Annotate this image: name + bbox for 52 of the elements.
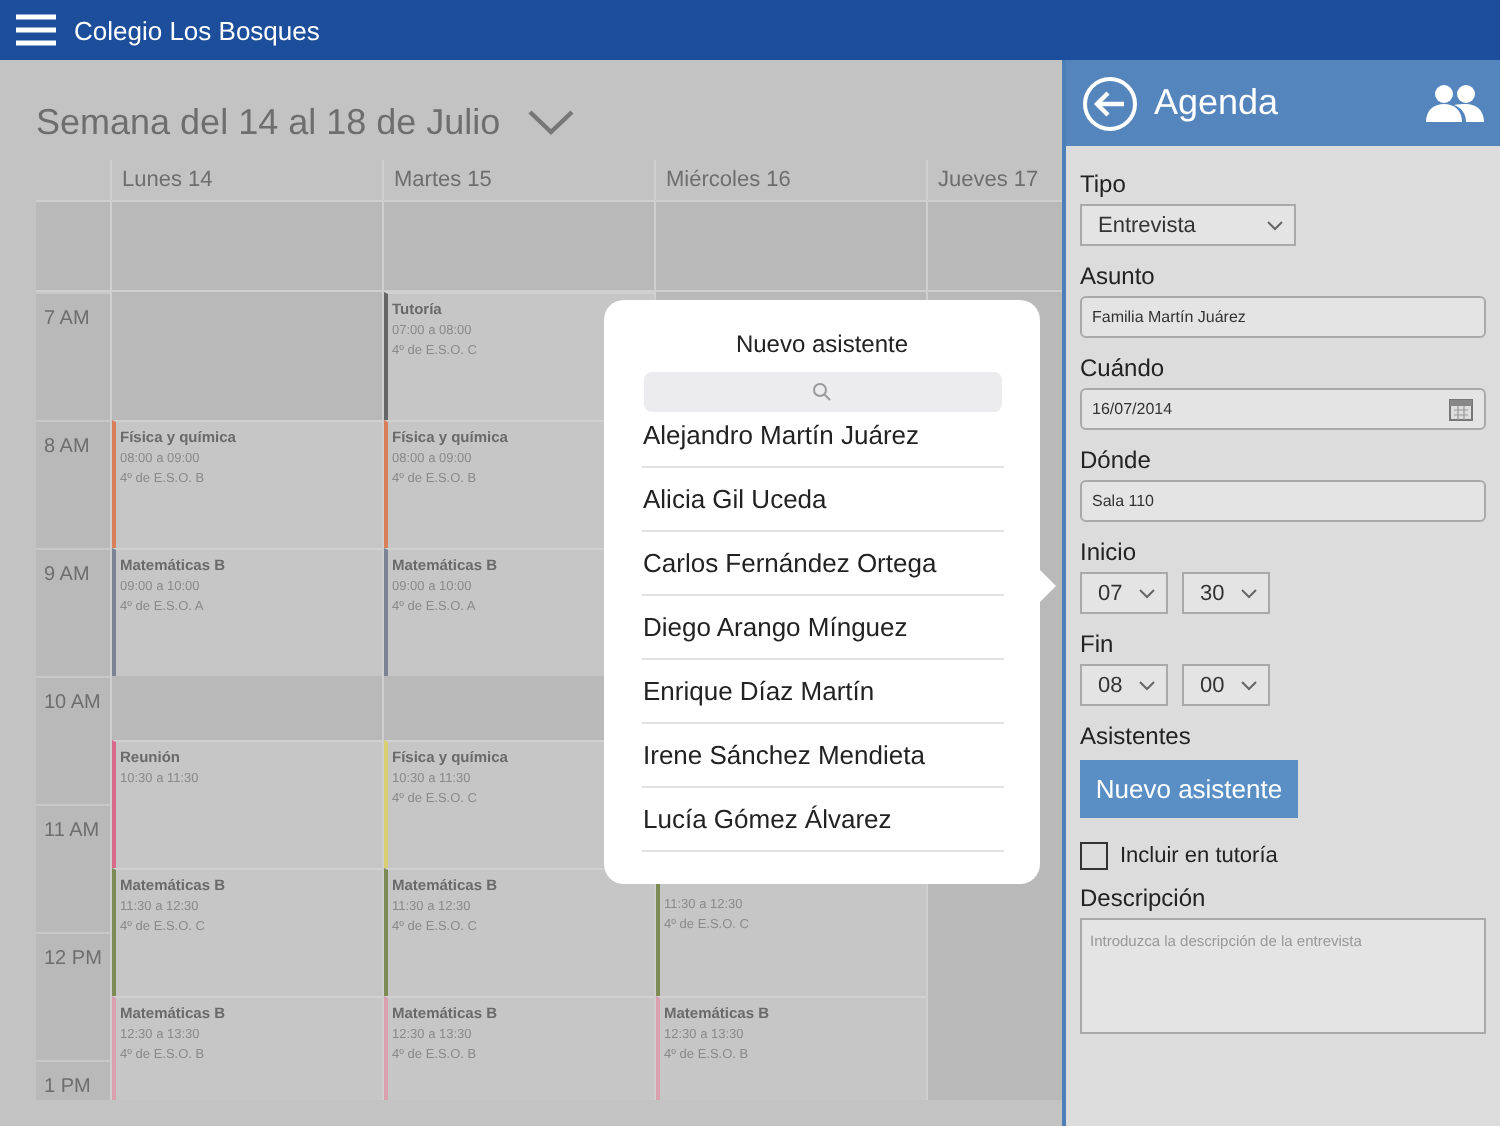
hour-select[interactable]: 08 bbox=[1080, 664, 1168, 706]
checkbox-label: Incluir en tutoría bbox=[1120, 844, 1278, 868]
type-select[interactable]: Entrevista bbox=[1080, 204, 1296, 246]
hour-label: 9 AM bbox=[36, 548, 110, 676]
caret-icon bbox=[1240, 679, 1258, 691]
popover-title: Nuevo asistente bbox=[735, 330, 909, 358]
menu-icon[interactable] bbox=[16, 14, 56, 46]
caret-icon bbox=[1240, 587, 1258, 599]
back-icon[interactable] bbox=[1082, 75, 1138, 131]
checkbox[interactable] bbox=[1080, 842, 1108, 870]
hour-select[interactable]: 07 bbox=[1080, 572, 1168, 614]
panel-title: Agenda bbox=[1154, 82, 1281, 124]
attendee-item[interactable]: Alicia Gil Uceda bbox=[641, 468, 1003, 532]
caret-icon bbox=[1138, 587, 1156, 599]
day-header: Jueves 17 bbox=[928, 160, 1062, 200]
search-field[interactable] bbox=[643, 372, 1001, 412]
field-label: Dónde bbox=[1080, 446, 1153, 474]
attendee-item[interactable]: Lucía Gómez Álvarez bbox=[641, 788, 1003, 852]
hour-label: 10 AM bbox=[36, 676, 110, 804]
people-icon[interactable] bbox=[1426, 83, 1484, 123]
minute-select[interactable]: 30 bbox=[1182, 572, 1270, 614]
hour-label: 11 AM bbox=[36, 804, 110, 932]
app-title: Colegio Los Bosques bbox=[74, 15, 320, 45]
chevron-down-icon[interactable] bbox=[528, 109, 575, 135]
input-field[interactable]: Sala 110 bbox=[1080, 480, 1486, 522]
search-icon bbox=[812, 382, 832, 402]
hour-label: 8 AM bbox=[36, 420, 110, 548]
date-field[interactable]: 16/07/2014 bbox=[1080, 388, 1486, 430]
field-label: Fin bbox=[1080, 630, 1116, 658]
attendee-item[interactable]: Carlos Fernández Ortega bbox=[641, 532, 1003, 596]
attendee-item[interactable]: Alejandro Martín Juárez bbox=[641, 404, 1003, 468]
field-label: Descripción bbox=[1080, 884, 1208, 912]
attendee-item[interactable]: Irene Sánchez Mendieta bbox=[641, 724, 1003, 788]
field-label: Asunto bbox=[1080, 262, 1157, 290]
field-label: Asistentes bbox=[1080, 722, 1193, 750]
field-label: Tipo bbox=[1080, 170, 1128, 198]
attendee-item[interactable]: Enrique Díaz Martín bbox=[641, 660, 1003, 724]
hour-label: 12 PM bbox=[36, 932, 110, 1060]
day-header: Lunes 14 bbox=[112, 160, 382, 200]
caret-icon bbox=[1138, 679, 1156, 691]
week-title: Semana del 14 al 18 de Julio bbox=[36, 101, 501, 143]
attendee-item[interactable]: Diego Arango Mínguez bbox=[641, 596, 1003, 660]
hour-label: 1 PM bbox=[36, 1060, 110, 1100]
caret-icon bbox=[1266, 219, 1284, 231]
field-label: Inicio bbox=[1080, 538, 1139, 566]
minute-select[interactable]: 00 bbox=[1182, 664, 1270, 706]
hour-label: 7 AM bbox=[36, 292, 110, 420]
calendar-icon bbox=[1448, 396, 1474, 422]
input-field[interactable]: Familia Martín Juárez bbox=[1080, 296, 1486, 338]
day-header: Miércoles 16 bbox=[656, 160, 926, 200]
field-label: Cuándo bbox=[1080, 354, 1167, 382]
day-header: Martes 15 bbox=[384, 160, 654, 200]
